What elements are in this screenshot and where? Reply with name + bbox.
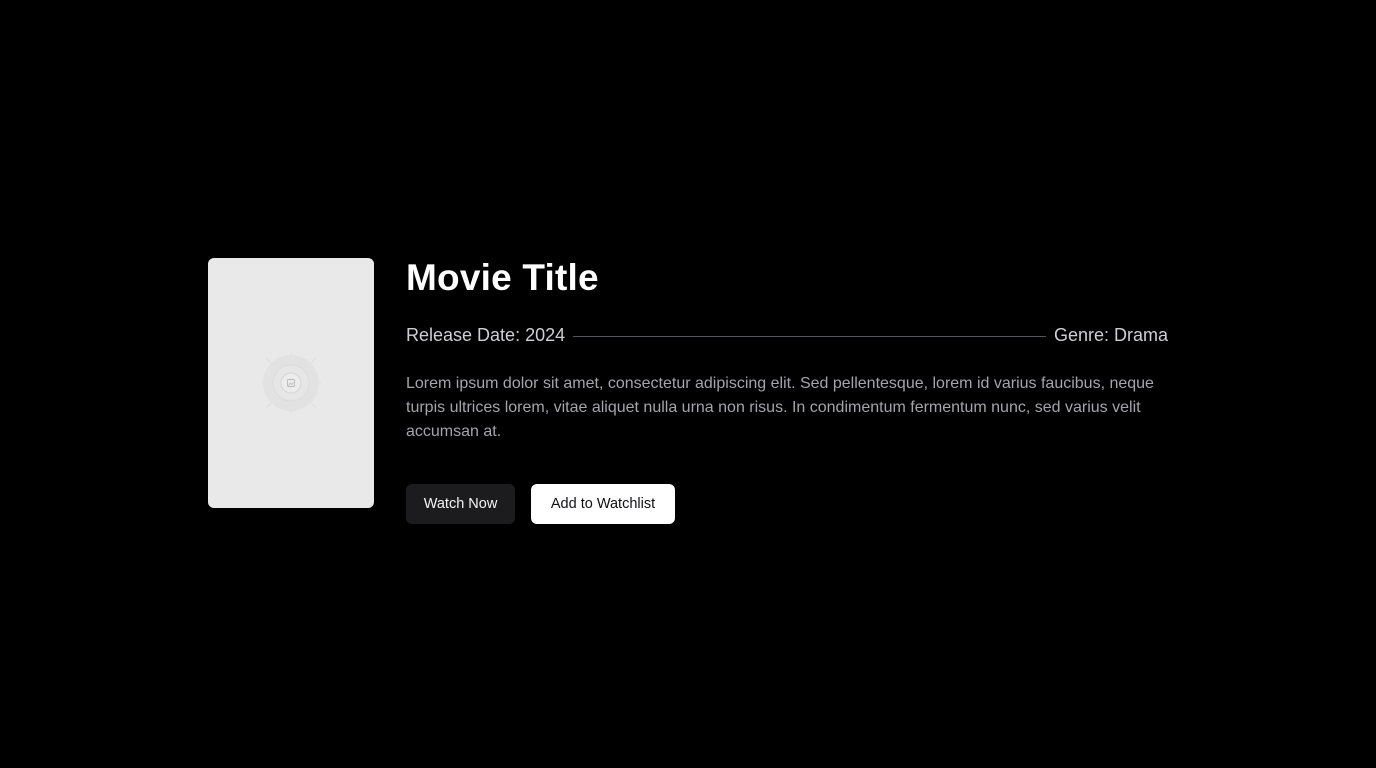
add-to-watchlist-button[interactable]: Add to Watchlist — [531, 484, 675, 524]
movie-description: Lorem ipsum dolor sit amet, consectetur … — [406, 375, 1154, 440]
movie-hero: Movie Title Release Date: 2024 Genre: Dr… — [208, 258, 1168, 524]
movie-title: Movie Title — [406, 257, 599, 298]
release-date: Release Date: 2024 — [406, 325, 566, 345]
genre: Genre: Drama — [1053, 325, 1168, 345]
movie-poster-placeholder — [208, 258, 374, 508]
watch-now-button[interactable]: Watch Now — [406, 484, 515, 524]
movie-details: Movie Title Release Date: 2024 Genre: Dr… — [406, 258, 1168, 524]
movie-meta-row: Release Date: 2024 Genre: Drama — [406, 324, 1168, 346]
meta-divider — [573, 335, 1046, 337]
action-buttons: Watch Now Add to Watchlist — [406, 484, 1168, 524]
image-placeholder-icon — [261, 353, 321, 413]
